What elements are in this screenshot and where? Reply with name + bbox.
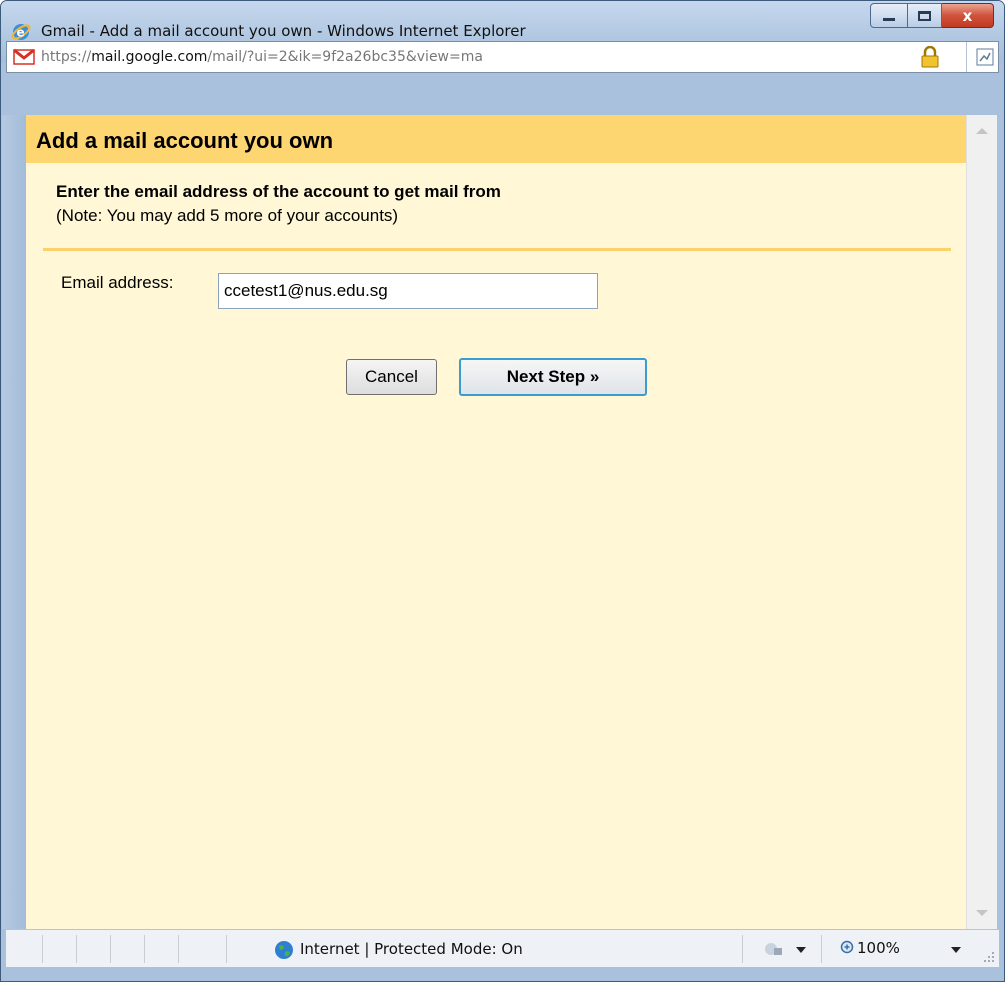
status-divider bbox=[76, 935, 77, 963]
next-step-button[interactable]: Next Step » bbox=[459, 358, 647, 396]
url-text: https://mail.google.com/mail/?ui=2&ik=9f… bbox=[41, 49, 483, 65]
status-divider bbox=[742, 935, 743, 963]
close-button[interactable]: x bbox=[942, 3, 994, 28]
browser-window: e Gmail - Add a mail account you own - W… bbox=[0, 0, 1005, 982]
lock-icon[interactable] bbox=[921, 46, 939, 68]
url-path: /mail/?ui=2&ik=9f2a26bc35&view=ma bbox=[207, 49, 483, 65]
email-address-field[interactable] bbox=[218, 273, 598, 309]
status-divider bbox=[226, 935, 227, 963]
close-icon: x bbox=[962, 6, 973, 25]
maximize-icon bbox=[918, 10, 931, 21]
security-zone-text[interactable]: Internet | Protected Mode: On bbox=[300, 940, 523, 958]
status-divider bbox=[821, 935, 822, 963]
window-controls: x bbox=[870, 3, 994, 28]
globe-icon bbox=[275, 941, 293, 959]
status-divider bbox=[144, 935, 145, 963]
security-icon[interactable] bbox=[763, 939, 785, 959]
window-left-frame bbox=[2, 115, 26, 929]
zoom-icon[interactable] bbox=[840, 940, 856, 956]
url-field[interactable]: https://mail.google.com/mail/?ui=2&ik=9f… bbox=[7, 42, 967, 72]
scroll-up-arrow-icon[interactable] bbox=[976, 128, 988, 134]
window-title: Gmail - Add a mail account you own - Win… bbox=[41, 22, 526, 40]
security-dropdown-icon[interactable] bbox=[796, 947, 806, 953]
address-bar: https://mail.google.com/mail/?ui=2&ik=9f… bbox=[6, 41, 999, 73]
status-divider bbox=[42, 935, 43, 963]
status-divider bbox=[110, 935, 111, 963]
url-domain: mail.google.com bbox=[91, 49, 208, 65]
zoom-dropdown-icon[interactable] bbox=[951, 947, 961, 953]
divider bbox=[43, 248, 951, 251]
page-content: Add a mail account you own Enter the ema… bbox=[26, 115, 966, 929]
rss-icon[interactable] bbox=[976, 48, 994, 66]
ie-icon: e bbox=[11, 24, 31, 40]
status-bar: Internet | Protected Mode: On 100% bbox=[6, 929, 999, 967]
page-title: Add a mail account you own bbox=[36, 128, 334, 153]
resize-grip-icon[interactable] bbox=[983, 951, 995, 963]
url-scheme: https:// bbox=[41, 49, 92, 65]
instruction-text: Enter the email address of the account t… bbox=[56, 182, 501, 201]
status-divider bbox=[178, 935, 179, 963]
cancel-button[interactable]: Cancel bbox=[346, 359, 437, 395]
gmail-icon bbox=[13, 49, 35, 65]
vertical-scrollbar[interactable] bbox=[966, 115, 997, 929]
svg-text:e: e bbox=[17, 26, 25, 40]
minimize-icon bbox=[883, 18, 895, 21]
minimize-button[interactable] bbox=[870, 3, 908, 28]
account-limit-note: (Note: You may add 5 more of your accoun… bbox=[56, 206, 399, 225]
zoom-level[interactable]: 100% bbox=[857, 939, 900, 957]
maximize-button[interactable] bbox=[908, 3, 942, 28]
dialog-header: Add a mail account you own bbox=[26, 115, 966, 163]
scroll-down-arrow-icon[interactable] bbox=[976, 910, 988, 916]
email-address-label: Email address: bbox=[61, 273, 174, 292]
